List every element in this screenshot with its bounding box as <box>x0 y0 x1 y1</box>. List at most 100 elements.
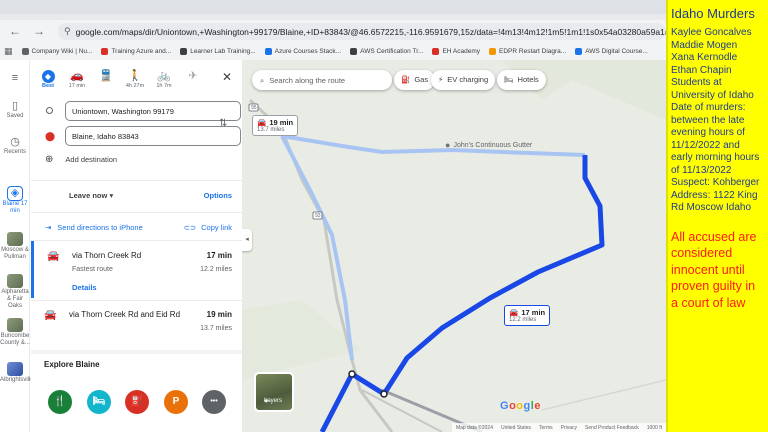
mode-best[interactable]: ◆ Best <box>35 70 61 89</box>
route-waypoint <box>348 370 356 378</box>
map-attribution: Map data ©2024 United States Terms Priva… <box>451 423 666 432</box>
close-icon[interactable]: ✕ <box>222 70 232 84</box>
bookmark-item[interactable]: Learner Lab Training... <box>180 47 256 55</box>
chip-ev-charging[interactable]: ⚡ EV charging <box>431 70 496 90</box>
collapse-panel-button[interactable]: ◂ <box>242 229 252 251</box>
road-93-label: 93 <box>315 213 321 219</box>
car-icon: 🚘 <box>44 310 57 321</box>
car-icon: 🚘 <box>47 251 60 262</box>
route-option-alternate[interactable]: 🚘 via Thorn Creek Rd and Eid Rd 19 min 1… <box>31 301 242 346</box>
mode-walking[interactable]: 🚶 4h 27m <box>122 70 148 89</box>
browser-chrome: ← → ↻ ⚲ google.com/maps/dir/Uniontown,+W… <box>0 0 666 60</box>
destination-pin-icon: ⬤ <box>45 131 56 141</box>
note-line: Suspect: Kohberger <box>671 177 760 188</box>
bookmark-favicon-icon <box>264 47 272 55</box>
gas-icon: ⛽ <box>401 75 411 84</box>
walking-icon: 🚶 <box>128 70 142 82</box>
rail-item-blaine[interactable]: ◈ Blaine 17 min <box>0 186 30 215</box>
destination-input[interactable]: Blaine, Idaho 83843 <box>65 126 241 146</box>
chip-gas[interactable]: ⛽ Gas <box>394 70 436 90</box>
mode-transit[interactable]: 🚆 <box>93 70 119 89</box>
bookmark-favicon-icon <box>101 47 109 55</box>
bookmarks-bar: ▦ Company Wiki | Nu... Training Azure an… <box>0 44 666 58</box>
maps-left-rail: ≡ ▯ Saved ◷ Recents ◈ Blaine 17 min Moscow … <box>0 60 34 432</box>
leave-now-dropdown[interactable]: Leave now ▾ <box>69 191 113 200</box>
place-thumbnail <box>7 318 23 332</box>
plus-circle-icon: ⊕ <box>45 154 54 165</box>
note-line: Students at University of Idaho <box>671 77 754 101</box>
recents-button[interactable]: ◷ Recents <box>0 136 30 156</box>
hotel-icon: 🛏 <box>504 75 514 84</box>
note-edge <box>666 0 668 432</box>
chip-hotels[interactable]: 🛏 Hotels <box>497 70 546 90</box>
history-icon: ◷ <box>10 136 20 148</box>
search-along-route-input[interactable]: ⌕ Search along the route <box>252 70 392 90</box>
address-bar[interactable]: ⚲ google.com/maps/dir/Uniontown,+Washing… <box>58 23 666 40</box>
airplane-icon: ✈ <box>188 70 198 82</box>
divider <box>31 180 242 181</box>
map-canvas[interactable]: 95 93 ⌕ Search along the route ⛽ Gas ⚡ EV … <box>242 60 666 432</box>
victim-name: Maddie Mogen <box>671 39 738 51</box>
route-details-link[interactable]: Details <box>72 283 97 292</box>
bookmark-item[interactable]: EH Academy <box>432 47 480 55</box>
bookmark-favicon-icon <box>180 47 188 55</box>
swap-icon[interactable]: ⇅ <box>219 118 227 129</box>
place-thumbnail <box>7 232 23 246</box>
bookmark-item[interactable]: EDPR Restart Diagra... <box>489 47 566 55</box>
victim-name: Xana Kernodle <box>671 52 738 63</box>
layers-button[interactable]: ◈ Layers <box>254 372 294 412</box>
mode-cycling[interactable]: 🚲 1h 7m <box>151 70 177 89</box>
url-text: google.com/maps/dir/Uniontown,+Washingto… <box>75 26 666 37</box>
note-title: Idaho Murders <box>671 6 755 21</box>
place-thumbnail <box>7 274 23 288</box>
menu-icon[interactable]: ≡ <box>0 72 30 85</box>
poi-marker[interactable]: ● John's Continuous Gutter <box>445 140 532 150</box>
alternate-route-label[interactable]: 🚘 19 min 13.7 miles <box>252 115 299 136</box>
saved-button[interactable]: ▯ Saved <box>0 100 30 120</box>
main-route-label[interactable]: 🚘 17 min 12.2 miles <box>504 305 551 326</box>
rail-item-buncombe[interactable]: Buncombe County &... <box>0 318 30 347</box>
bookmark-item[interactable]: Azure Courses Stack... <box>264 47 341 55</box>
origin-marker-icon <box>46 107 53 114</box>
bookmark-favicon-icon <box>575 47 583 55</box>
more-icon[interactable]: ••• <box>202 390 226 414</box>
place-pin-icon: ● <box>445 140 451 150</box>
rail-item-alpharetta[interactable]: Alpharetta & Fair Oaks <box>0 274 30 310</box>
divider <box>31 350 242 354</box>
search-icon: ⌕ <box>260 76 265 85</box>
bookmark-item[interactable]: AWS Digital Course... <box>575 47 648 55</box>
car-icon: 🚘 <box>509 308 519 317</box>
apps-icon[interactable]: ▦ <box>4 46 13 57</box>
hotel-icon[interactable]: 🛏 <box>87 390 111 414</box>
send-to-phone-button[interactable]: ⇥ Send directions to iPhone <box>45 223 143 232</box>
overlay-note: Idaho Murders Kaylee Goncalves Maddie Mo… <box>666 0 768 432</box>
mode-driving[interactable]: 🚗 17 min <box>64 70 90 89</box>
link-icon: ⊂⊃ <box>183 223 197 232</box>
bookmark-icon: ▯ <box>11 100 19 112</box>
forward-icon[interactable]: → <box>32 24 46 38</box>
site-info-icon[interactable]: ⚲ <box>64 26 71 37</box>
note-line: Address: 1122 King Rd Moscow Idaho <box>671 189 758 214</box>
parking-icon[interactable]: P <box>164 390 188 414</box>
mode-flights[interactable]: ✈ <box>180 70 206 89</box>
route-option-fastest[interactable]: 🚘 via Thorn Creek Rd 17 min Fastest rout… <box>31 241 242 298</box>
back-icon[interactable]: ← <box>8 24 22 38</box>
copy-link-button[interactable]: ⊂⊃ Copy link <box>184 223 232 232</box>
travel-modes: ◆ Best 🚗 17 min 🚆 🚶 4h 27m 🚲 1h 7m ✈ <box>31 68 242 96</box>
bookmark-favicon-icon <box>21 47 29 55</box>
origin-input[interactable]: Uniontown, Washington 99179 <box>65 101 241 121</box>
bicycle-icon: 🚲 <box>157 70 171 82</box>
rail-item-albrightsville[interactable]: Albrightsville <box>0 362 34 384</box>
restaurant-icon[interactable]: 🍴 <box>48 390 72 414</box>
bookmark-item[interactable]: Company Wiki | Nu... <box>21 47 92 55</box>
explore-heading: Explore Blaine <box>44 360 100 369</box>
options-button[interactable]: Options <box>204 191 232 200</box>
gas-icon[interactable]: ⛽ <box>125 390 149 414</box>
bookmark-item[interactable]: AWS Certification Tr... <box>350 47 423 55</box>
bookmark-item[interactable]: Training Azure and... <box>101 47 171 55</box>
note-line: Date of murders: between the late evenin… <box>671 102 760 176</box>
victim-name: Ethan Chapin <box>671 64 732 76</box>
rail-item-moscow[interactable]: Moscow & Pullman <box>0 232 30 261</box>
car-icon: 🚘 <box>257 118 267 127</box>
add-destination-button[interactable]: ⊕ Add destination <box>45 154 117 165</box>
